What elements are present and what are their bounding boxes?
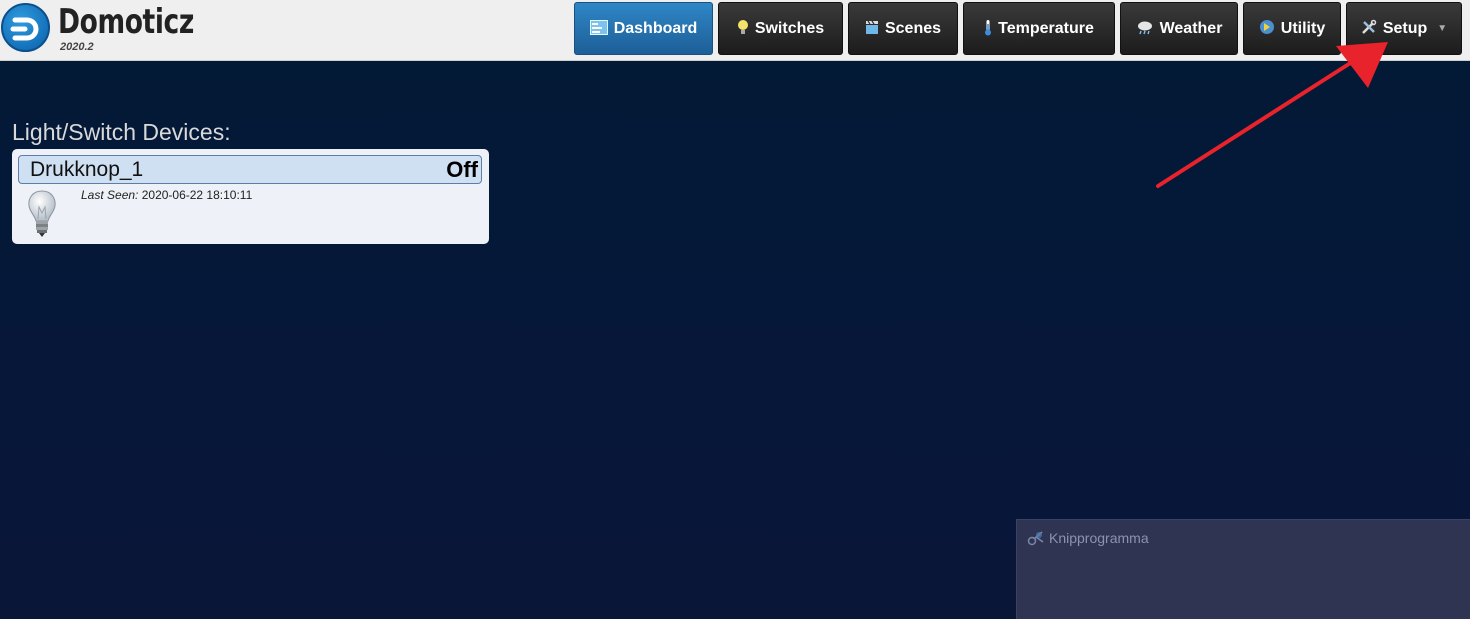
clapperboard-icon: [865, 20, 879, 38]
lightbulb-icon: [737, 19, 749, 38]
section-title: Light/Switch Devices:: [12, 119, 231, 145]
nav-setup-button[interactable]: Setup ▼: [1346, 2, 1462, 55]
device-card[interactable]: Drukknop_1 Off Last Seen: 2020-06-22 18:…: [12, 149, 489, 244]
rain-cloud-icon: [1136, 20, 1154, 38]
last-seen-value: 2020-06-22 18:10:11: [141, 188, 253, 202]
nav-scenes-label: Scenes: [884, 19, 942, 37]
nav-switches-label: Switches: [754, 19, 825, 37]
nav-dashboard-button[interactable]: Dashboard: [574, 2, 713, 55]
device-name: Drukknop_1: [30, 158, 144, 181]
device-status: Off: [446, 157, 478, 182]
utility-icon: [1259, 19, 1275, 38]
snipping-tool-label: Knipprogramma: [1049, 530, 1149, 546]
nav-dashboard-label: Dashboard: [613, 19, 698, 37]
last-seen: Last Seen: 2020-06-22 18:10:11: [81, 188, 252, 202]
snipping-tool-taskbar-preview[interactable]: Knipprogramma: [1016, 519, 1470, 619]
device-card-header[interactable]: Drukknop_1 Off: [18, 155, 482, 184]
nav-switches-button[interactable]: Switches: [718, 2, 843, 55]
dashboard-icon: [589, 19, 608, 38]
nav-scenes-button[interactable]: Scenes: [848, 2, 958, 55]
nav-temperature-label: Temperature: [998, 19, 1094, 37]
nav-setup-label: Setup: [1382, 19, 1428, 37]
thermometer-icon: [984, 19, 992, 39]
tools-icon: [1361, 19, 1377, 38]
nav-weather-label: Weather: [1159, 19, 1223, 37]
nav-weather-button[interactable]: Weather: [1120, 2, 1238, 55]
main-nav: Dashboard Switches Scenes Temperature We…: [0, 2, 1470, 55]
nav-utility-button[interactable]: Utility: [1243, 2, 1341, 55]
last-seen-label: Last Seen:: [81, 188, 139, 202]
chevron-down-icon: ▼: [1437, 23, 1448, 34]
top-header: Domoticz 2020.2 Dashboard Switches Scene…: [0, 0, 1470, 61]
nav-utility-label: Utility: [1280, 19, 1326, 37]
lightbulb-off-icon[interactable]: [26, 189, 58, 244]
nav-temperature-button[interactable]: Temperature: [963, 2, 1115, 55]
scissors-icon: [1027, 530, 1045, 551]
